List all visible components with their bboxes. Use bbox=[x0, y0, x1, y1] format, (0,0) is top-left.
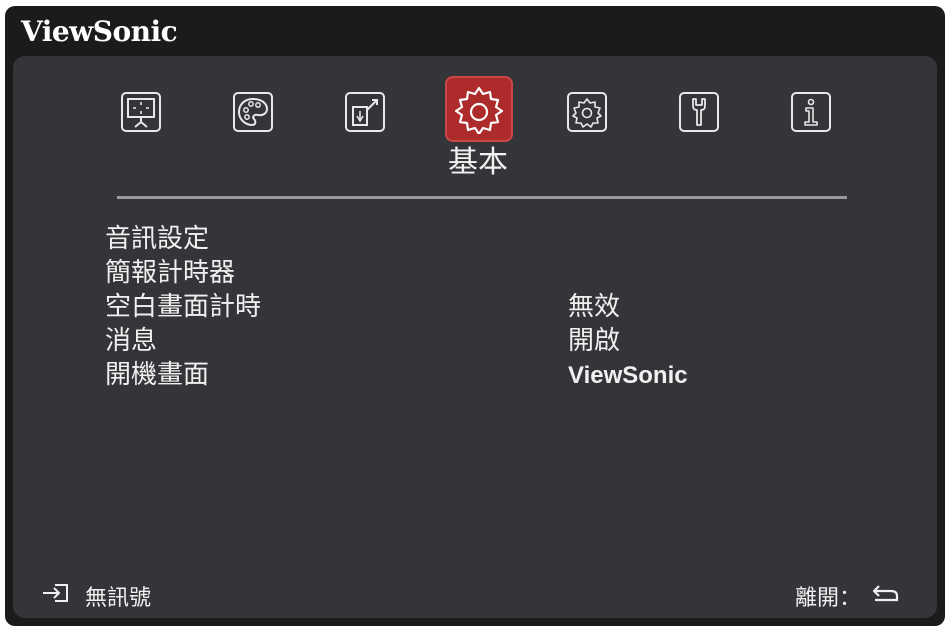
source-status-text: 無訊號 bbox=[85, 586, 152, 611]
menu-panel: 基本 音訊設定 簡報計時器 空白畫面計時 無效 消息 開啟 開機畫面 ViewS… bbox=[13, 56, 937, 618]
menu-item-audio-settings[interactable]: 音訊設定 bbox=[105, 226, 209, 252]
brand-logo: ViewSonic bbox=[21, 15, 178, 48]
tab-information[interactable] bbox=[783, 86, 839, 138]
splash-screen-value: ViewSonic bbox=[568, 362, 688, 389]
active-tab-label: 基本 bbox=[448, 145, 508, 180]
message-value: 開啟 bbox=[568, 326, 621, 356]
exit-hint: 離開： bbox=[795, 580, 901, 612]
display-icon bbox=[119, 90, 163, 134]
divider bbox=[117, 196, 847, 199]
menu-item-presentation-timer[interactable]: 簡報計時器 bbox=[105, 260, 235, 286]
menu-item-blank-timer[interactable]: 空白畫面計時 bbox=[105, 294, 261, 320]
menu-item-message[interactable]: 消息 bbox=[105, 328, 157, 354]
input-icon bbox=[41, 582, 71, 610]
return-icon[interactable] bbox=[871, 582, 901, 610]
palette-icon bbox=[231, 90, 275, 134]
source-status: 無訊號 bbox=[41, 580, 151, 612]
tab-display[interactable] bbox=[113, 86, 169, 138]
basic-gear-icon bbox=[454, 84, 504, 134]
tab-source[interactable] bbox=[337, 86, 393, 138]
tab-system[interactable] bbox=[671, 86, 727, 138]
advanced-gear-icon bbox=[565, 90, 609, 134]
osd-window: ViewSonic 基本 音訊設定 簡報計時器 空白畫面計時 無效 消息 開啟 … bbox=[5, 6, 945, 626]
tab-basic[interactable] bbox=[445, 76, 513, 142]
exit-label: 離開： bbox=[794, 586, 861, 611]
tab-color[interactable] bbox=[225, 86, 281, 138]
info-icon bbox=[789, 90, 833, 134]
menu-item-splash-screen[interactable]: 開機畫面 bbox=[105, 362, 209, 388]
wrench-icon bbox=[677, 90, 721, 134]
tab-advanced[interactable] bbox=[559, 86, 615, 138]
blank-timer-value: 無效 bbox=[568, 292, 621, 322]
source-icon bbox=[343, 90, 387, 134]
